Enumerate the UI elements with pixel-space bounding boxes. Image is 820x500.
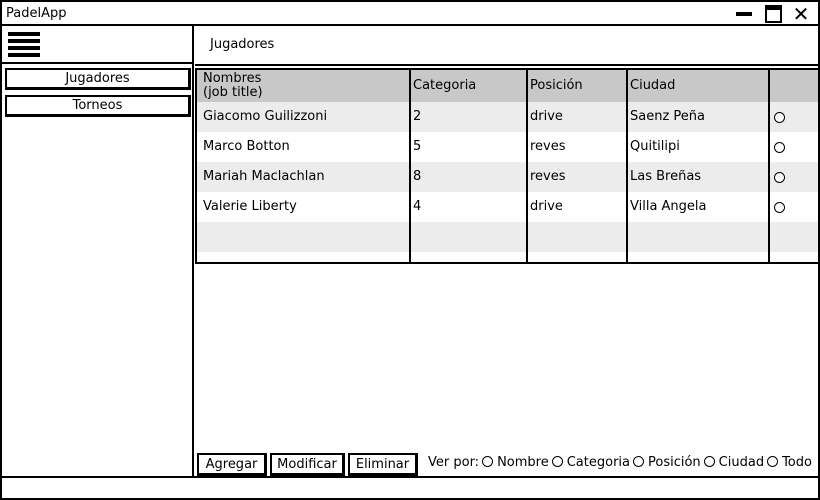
cell-categoria: 8 [413, 169, 422, 184]
column-divider [409, 70, 411, 262]
filter-option-ciudad[interactable]: Ciudad [719, 455, 764, 470]
filter-radio-icon-ciudad[interactable] [703, 456, 715, 467]
column-header-categoria[interactable]: Categoria [413, 70, 523, 102]
cell-nombre: Mariah Maclachlan [203, 169, 325, 184]
filter-group: Ver por: Nombre Categoria Posición Ciudad Tod… [428, 454, 812, 472]
delete-button[interactable]: Eliminar [348, 453, 418, 476]
cell-ciudad: Saenz Peña [630, 109, 705, 124]
maximize-icon[interactable] [765, 5, 782, 23]
cell-ciudad: Las Breñas [630, 169, 702, 184]
table-row[interactable]: Mariah Maclachlan 8 reves Las Breñas [197, 162, 818, 192]
cell-posicion: drive [530, 109, 563, 124]
cell-posicion: reves [530, 139, 566, 154]
sidebar: Jugadores Torneos [2, 26, 194, 476]
modify-button[interactable]: Modificar [270, 453, 345, 476]
sidebar-item-jugadores[interactable]: Jugadores [5, 68, 191, 90]
table-row[interactable]: Giacomo Guilizzoni 2 drive Saenz Peña [197, 102, 818, 132]
filter-option-posicion[interactable]: Posición [648, 455, 701, 470]
cell-nombre: Valerie Liberty [203, 199, 297, 214]
title-bar: PadelApp ✕ [2, 2, 818, 26]
row-select-radio-icon[interactable] [774, 202, 785, 213]
cell-categoria: 4 [413, 199, 422, 214]
app-window: PadelApp ✕ Jugadores Torneos Jugadores N… [0, 0, 820, 500]
filter-option-categoria[interactable]: Categoria [567, 455, 630, 470]
cell-categoria: 2 [413, 109, 422, 124]
window-title: PadelApp [6, 6, 67, 21]
column-divider [768, 70, 770, 262]
filter-label: Ver por: [428, 455, 480, 470]
row-select-radio-icon[interactable] [774, 142, 785, 153]
row-select-radio-icon[interactable] [774, 172, 785, 183]
cell-posicion: drive [530, 199, 563, 214]
cell-nombre: Marco Botton [203, 139, 290, 154]
filter-radio-icon-categoria[interactable] [551, 456, 563, 467]
column-divider [626, 70, 628, 262]
filter-radio-icon-nombre[interactable] [482, 456, 494, 467]
column-header-ciudad[interactable]: Ciudad [630, 70, 760, 102]
add-button[interactable]: Agregar [197, 453, 267, 476]
cell-ciudad: Quitilipi [630, 139, 680, 154]
sidebar-item-label: Jugadores [65, 71, 130, 86]
cell-ciudad: Villa Angela [630, 199, 707, 214]
close-icon[interactable]: ✕ [791, 4, 811, 24]
column-header-posicion[interactable]: Posición [530, 70, 620, 102]
cell-categoria: 5 [413, 139, 422, 154]
sidebar-item-label: Torneos [72, 98, 123, 113]
row-select-radio-icon[interactable] [774, 112, 785, 123]
cell-nombre: Giacomo Guilizzoni [203, 109, 328, 124]
cell-posicion: reves [530, 169, 566, 184]
filter-radio-icon-todo[interactable] [767, 456, 779, 467]
filter-radio-icon-posicion[interactable] [633, 456, 644, 467]
players-table: Nombres (job title) Categoria Posición C… [195, 68, 820, 264]
table-row[interactable]: Marco Botton 5 reves Quitilipi [197, 132, 818, 162]
hamburger-icon[interactable] [8, 32, 40, 58]
filter-option-todo[interactable]: Todo [782, 455, 812, 470]
table-header: Nombres (job title) Categoria Posición C… [197, 70, 818, 102]
menu-area [2, 26, 192, 64]
table-row[interactable]: Valerie Liberty 4 drive Villa Angela [197, 192, 818, 222]
status-bar-divider [2, 476, 818, 478]
column-divider [526, 70, 528, 262]
minimize-icon[interactable] [735, 5, 753, 23]
table-row-empty [197, 222, 818, 252]
column-header-nombres[interactable]: Nombres (job title) [203, 70, 403, 102]
page-title: Jugadores [210, 37, 275, 52]
filter-option-nombre[interactable]: Nombre [497, 455, 549, 470]
content-header: Jugadores [195, 26, 818, 66]
sidebar-item-torneos[interactable]: Torneos [5, 95, 191, 117]
